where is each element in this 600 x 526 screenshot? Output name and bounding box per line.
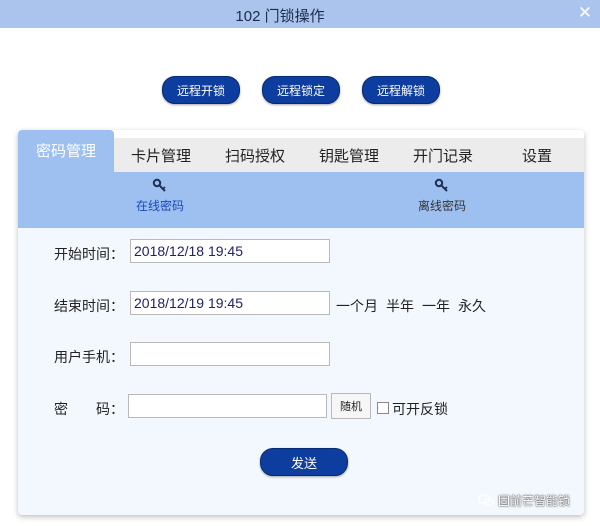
watermark-text: 固前芒智能锁 bbox=[498, 493, 571, 508]
wechat-icon bbox=[478, 493, 494, 507]
remote-release-button[interactable]: 远程解锁 bbox=[362, 76, 440, 104]
watermark: 固前芒智能锁 bbox=[478, 488, 596, 512]
subtab-online-password[interactable]: 在线密码 bbox=[60, 178, 260, 226]
key-icon bbox=[152, 178, 166, 192]
start-time-input[interactable] bbox=[130, 239, 330, 263]
close-icon[interactable]: ✕ bbox=[576, 4, 594, 22]
subtab-label: 离线密码 bbox=[417, 199, 466, 213]
tab-bar: 密码管理 卡片管理 扫码授权 钥匙管理 开门记录 设置 bbox=[18, 130, 584, 172]
tab-unlock-records[interactable]: 开门记录 bbox=[396, 138, 491, 172]
range-one-year[interactable]: 一年 bbox=[422, 296, 450, 316]
password-label: 密 码： bbox=[54, 401, 124, 417]
random-button[interactable]: 随机 bbox=[331, 393, 371, 419]
subtab-offline-password[interactable]: 离线密码 bbox=[342, 178, 542, 226]
phone-input[interactable] bbox=[130, 342, 330, 366]
password-type-bar: 在线密码 离线密码 bbox=[18, 172, 584, 228]
tab-settings[interactable]: 设置 bbox=[490, 138, 584, 172]
remote-lock-button[interactable]: 远程锁定 bbox=[262, 76, 340, 104]
remote-action-bar: 远程开锁 远程锁定 远程解锁 bbox=[0, 76, 600, 104]
title-bar: 102 门锁操作 ✕ bbox=[0, 0, 600, 28]
start-time-label: 开始时间： bbox=[54, 246, 124, 262]
key-icon bbox=[434, 178, 448, 192]
reverse-lock-label: 可开反锁 bbox=[392, 401, 448, 417]
password-form: 开始时间： 结束时间： 一个月 半年 一年 永久 用户手机： 密 码： 随机 可… bbox=[18, 228, 584, 515]
end-time-label: 结束时间： bbox=[54, 298, 124, 314]
operation-panel: 密码管理 卡片管理 扫码授权 钥匙管理 开门记录 设置 在线密码 离线密码 开始… bbox=[18, 130, 584, 515]
window-title: 102 门锁操作 bbox=[235, 8, 325, 25]
tab-card-management[interactable]: 卡片管理 bbox=[114, 138, 209, 172]
subtab-label: 在线密码 bbox=[135, 199, 184, 213]
range-one-month[interactable]: 一个月 bbox=[336, 296, 378, 316]
range-half-year[interactable]: 半年 bbox=[386, 296, 414, 316]
tab-scan-authorization[interactable]: 扫码授权 bbox=[208, 138, 303, 172]
tab-key-management[interactable]: 钥匙管理 bbox=[302, 138, 397, 172]
range-permanent[interactable]: 永久 bbox=[458, 296, 486, 316]
phone-label: 用户手机： bbox=[54, 349, 124, 365]
tab-password-management[interactable]: 密码管理 bbox=[18, 130, 114, 172]
end-time-input[interactable] bbox=[130, 291, 330, 315]
remote-unlock-button[interactable]: 远程开锁 bbox=[162, 76, 240, 104]
send-button[interactable]: 发送 bbox=[260, 448, 348, 476]
reverse-lock-checkbox[interactable] bbox=[377, 402, 389, 414]
password-input[interactable] bbox=[128, 394, 327, 418]
